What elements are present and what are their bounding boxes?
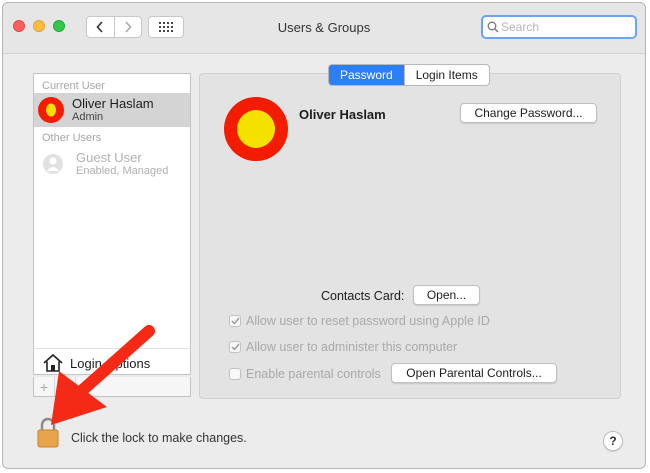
user-role: Admin — [72, 111, 104, 123]
search-field[interactable] — [481, 15, 645, 39]
user-name: Oliver Haslam — [72, 96, 154, 111]
detail-user-name: Oliver Haslam — [299, 107, 386, 122]
tab-bar: Password Login Items — [328, 64, 490, 86]
checkbox-box — [229, 315, 241, 327]
user-role: Enabled, Managed — [76, 165, 169, 177]
parental-controls-label: Enable parental controls — [246, 367, 381, 381]
user-row-oliver-haslam[interactable]: Oliver Haslam Admin — [34, 93, 190, 127]
checkbox-box — [229, 368, 241, 380]
titlebar: Users & Groups — [3, 3, 645, 54]
red-arrow — [51, 325, 155, 425]
administer-checkbox[interactable]: Allow user to administer this computer — [229, 340, 457, 354]
checkmark-icon — [230, 317, 240, 325]
open-contacts-button[interactable]: Open... — [413, 285, 480, 305]
administer-label: Allow user to administer this computer — [246, 340, 458, 354]
current-user-header: Current User — [42, 80, 105, 92]
users-groups-window: Users & Groups Current User Oliver Hasla… — [2, 2, 646, 469]
user-name: Guest User — [76, 150, 142, 165]
help-button[interactable]: ? — [603, 431, 623, 451]
tab-password[interactable]: Password — [329, 65, 404, 85]
reset-password-checkbox[interactable]: Allow user to reset password using Apple… — [229, 314, 490, 328]
search-input[interactable] — [499, 18, 645, 36]
open-parental-controls-button[interactable]: Open Parental Controls... — [391, 363, 557, 383]
checkmark-icon — [230, 343, 240, 351]
user-avatar[interactable] — [224, 97, 288, 161]
checkbox-box — [229, 341, 241, 353]
parental-controls-checkbox[interactable]: Enable parental controls — [229, 367, 381, 381]
contacts-card-label: Contacts Card: — [321, 289, 405, 303]
avatar — [38, 97, 64, 123]
user-row-guest[interactable]: Guest User Enabled, Managed — [34, 147, 190, 181]
reset-password-label: Allow user to reset password using Apple… — [246, 314, 490, 328]
change-password-button[interactable]: Change Password... — [460, 103, 597, 123]
search-icon — [487, 21, 499, 33]
guest-avatar-icon — [42, 151, 68, 177]
other-users-header: Other Users — [42, 132, 102, 144]
tab-login-items[interactable]: Login Items — [403, 65, 489, 85]
